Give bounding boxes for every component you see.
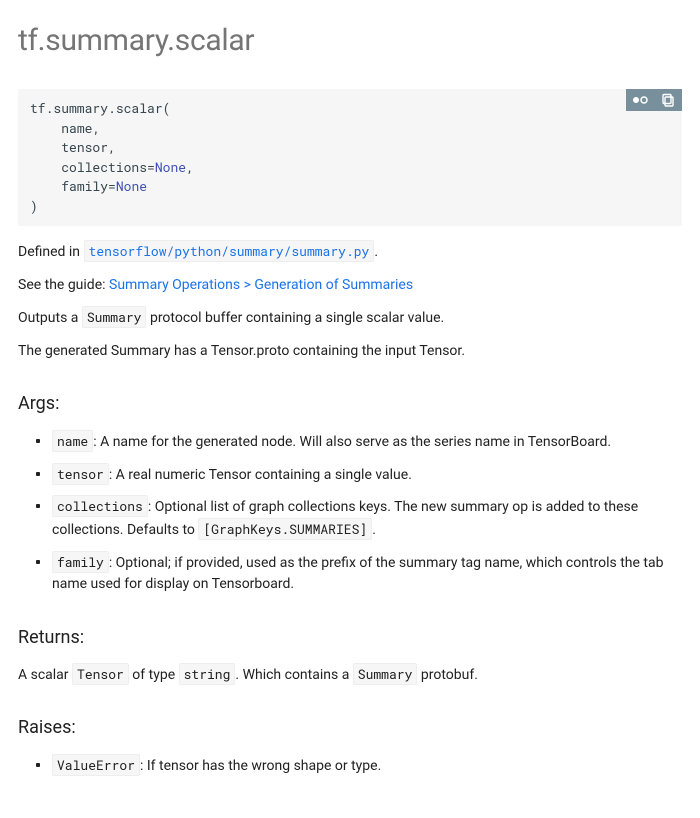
sig-open: ( [163,99,171,117]
source-file-link[interactable]: tensorflow/python/summary/summary.py [84,244,375,260]
signature-code-block: tf.summary.scalar( name, tensor, collect… [18,89,682,226]
sig-none: None [155,158,186,176]
list-item: ValueError: If tensor has the wrong shap… [52,755,682,778]
page-title: tf.summary.scalar [18,18,682,63]
tensor-code: Tensor [72,663,129,685]
sig-none: None [116,177,147,195]
sig-kw-collections: collections [61,158,147,176]
copy-icon[interactable] [654,89,682,111]
list-item: family: Optional; if provided, used as t… [52,552,682,596]
raises-list: ValueError: If tensor has the wrong shap… [18,755,682,778]
arg-name-code: name [52,430,93,452]
dark-mode-toggle-icon[interactable] [626,89,654,111]
graphkeys-code: [GraphKeys.SUMMARIES] [198,518,372,540]
list-item: collections: Optional list of graph coll… [52,496,682,541]
description-line-2: The generated Summary has a Tensor.proto… [18,341,682,362]
arg-tensor-code: tensor [52,463,109,485]
args-list: name: A name for the generated node. Wil… [18,431,682,596]
returns-text: A scalar Tensor of type string. Which co… [18,665,682,686]
sig-param-tensor: tensor [61,138,108,156]
sig-param-name: name [61,119,92,137]
arg-collections-code: collections [52,495,148,517]
sig-kw-family: family [61,177,108,195]
description-line-1: Outputs a Summary protocol buffer contai… [18,308,682,329]
list-item: name: A name for the generated node. Wil… [52,431,682,454]
guide-link[interactable]: Summary Operations > Generation of Summa… [109,277,413,293]
summary-code: Summary [82,306,147,328]
defined-in-line: Defined in tensorflow/python/summary/sum… [18,242,682,263]
string-code: string [179,663,236,685]
returns-heading: Returns: [18,624,682,651]
arg-family-code: family [52,551,109,573]
args-heading: Args: [18,390,682,417]
sig-close: ) [30,197,38,215]
summary-code: Summary [353,663,418,685]
raises-heading: Raises: [18,714,682,741]
sig-fn: tf.summary.scalar [30,99,163,117]
valueerror-code: ValueError [52,754,140,776]
list-item: tensor: A real numeric Tensor containing… [52,464,682,487]
guide-line: See the guide: Summary Operations > Gene… [18,275,682,296]
